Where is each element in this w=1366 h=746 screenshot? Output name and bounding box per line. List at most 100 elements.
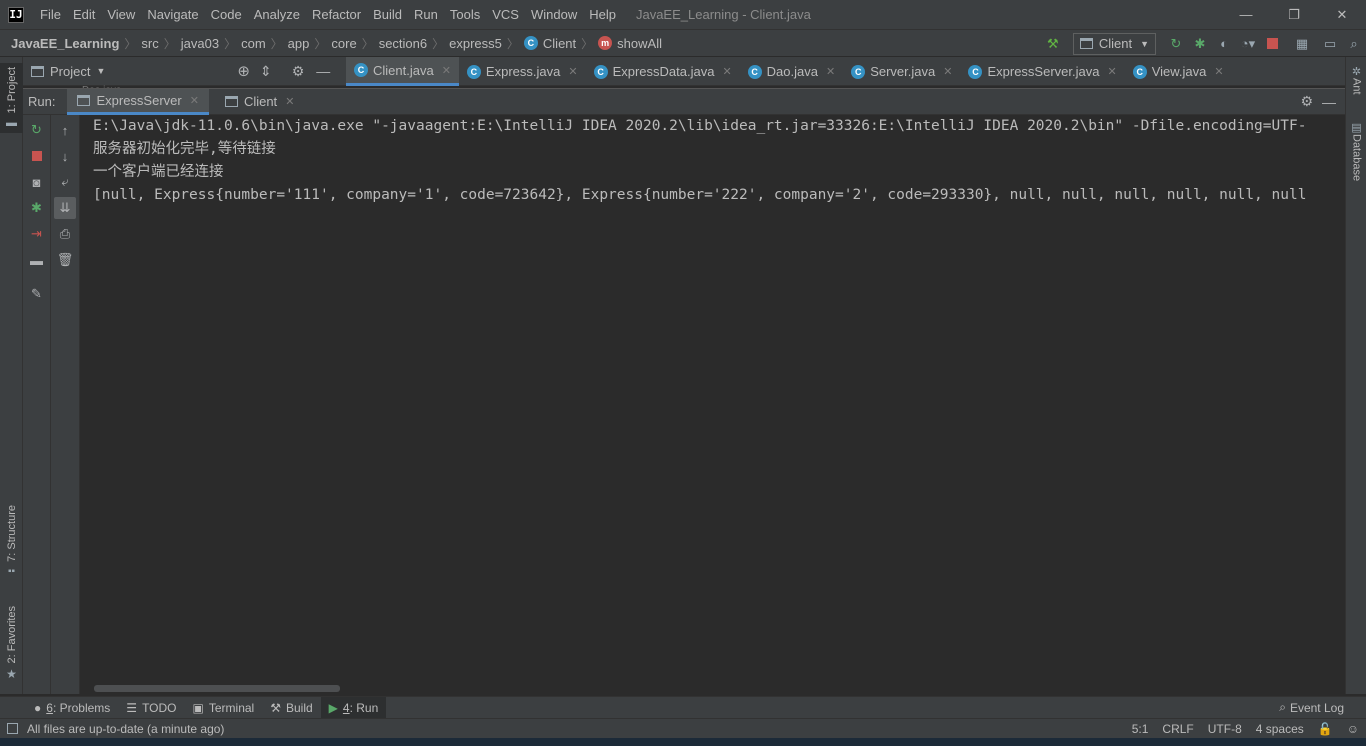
print-icon[interactable]: ⎙	[54, 223, 76, 245]
menu-view[interactable]: View	[101, 0, 141, 29]
menu-code[interactable]: Code	[205, 0, 248, 29]
run-tab-client[interactable]: Client ✕	[215, 89, 304, 115]
close-icon[interactable]: ✕	[1214, 65, 1223, 78]
locate-icon[interactable]: ⊕	[237, 62, 250, 80]
trash-icon[interactable]: 🗑	[54, 249, 76, 271]
menu-file[interactable]: File	[34, 0, 67, 29]
terminal-tool-button[interactable]: ▣ Terminal	[185, 697, 263, 719]
hide-panel-icon[interactable]: —	[1322, 94, 1336, 110]
breadcrumb-app[interactable]: app	[288, 36, 310, 51]
lock-icon[interactable]: 🔓	[1311, 722, 1340, 736]
run-tool-button[interactable]: ▶ 4: Run	[320, 696, 387, 719]
tab-server-java[interactable]: C Server.java ✕	[843, 57, 960, 86]
structure-tool-tab[interactable]: 7: Structure ▪▪	[0, 505, 23, 577]
pin-icon[interactable]: ✎	[26, 283, 48, 305]
breadcrumb-section6[interactable]: section6	[379, 36, 427, 51]
exit-icon[interactable]: ⇥	[26, 223, 48, 245]
profile-icon[interactable]: ◔▾	[1236, 32, 1260, 56]
horizontal-scrollbar[interactable]	[94, 685, 340, 692]
run-config-selector[interactable]: Client ▼	[1072, 32, 1156, 55]
toggle-tool-windows-icon[interactable]	[7, 723, 18, 734]
scroll-to-end-icon[interactable]: ⇊	[54, 197, 76, 219]
build-hammer-icon[interactable]: ⚒	[1041, 32, 1065, 56]
console-line: 服务器初始化完毕,等待链接	[93, 141, 276, 157]
menu-build[interactable]: Build	[367, 0, 408, 29]
breadcrumb-core[interactable]: core	[331, 36, 356, 51]
favorites-tool-tab[interactable]: 2: Favorites ★	[0, 606, 23, 681]
tab-express-java[interactable]: C Express.java ✕	[459, 57, 586, 86]
inspector-icon[interactable]: ☺	[1340, 722, 1366, 736]
tab-view-java[interactable]: C View.java ✕	[1125, 57, 1232, 86]
menu-refactor[interactable]: Refactor	[306, 0, 367, 29]
minimize-button[interactable]: —	[1222, 0, 1270, 29]
soft-wrap-icon[interactable]: ⤶	[54, 171, 76, 193]
camera-icon[interactable]: ◙	[26, 171, 48, 193]
class-icon: C	[747, 64, 762, 79]
database-icon: ▤	[1351, 122, 1362, 134]
close-button[interactable]: ✕	[1318, 0, 1366, 29]
build-tool-button[interactable]: ⚒ Build	[262, 697, 320, 719]
file-encoding[interactable]: UTF-8	[1201, 722, 1249, 736]
todo-tool-button[interactable]: ☰ TODO	[118, 697, 184, 719]
list-icon: ☰	[126, 700, 138, 715]
gear-icon[interactable]: ⚙	[292, 63, 305, 80]
console-output[interactable]: E:\Java\jdk-11.0.6\bin\java.exe "-javaag…	[80, 115, 1345, 694]
collapse-all-icon[interactable]: ⇕	[260, 63, 272, 80]
menu-navigate[interactable]: Navigate	[141, 0, 204, 29]
project-structure-icon[interactable]: ▦	[1290, 32, 1314, 56]
presentation-icon[interactable]: ▭	[1318, 32, 1342, 56]
search-icon[interactable]: ⌕	[1342, 32, 1366, 56]
restore-button[interactable]: ❐	[1270, 0, 1318, 29]
chevron-down-icon[interactable]: ▼	[96, 66, 105, 76]
caret-position[interactable]: 5:1	[1125, 722, 1156, 736]
breadcrumb-class-label: Client	[542, 35, 577, 51]
project-tool-tab[interactable]: 1: Project ▬	[0, 63, 23, 134]
breadcrumb-src[interactable]: src	[141, 36, 158, 51]
close-icon[interactable]: ✕	[722, 65, 731, 78]
breadcrumb-project[interactable]: JavaEE_Learning	[11, 36, 119, 51]
ant-tool-tab[interactable]: ✲ Ant	[1346, 65, 1366, 95]
breadcrumb-java03[interactable]: java03	[181, 36, 219, 51]
tab-client-java[interactable]: C Client.java ✕	[346, 57, 459, 86]
event-log-tool-button[interactable]: ⌕ Event Log	[1271, 697, 1352, 719]
tab-dao-java[interactable]: C Dao.java ✕	[740, 57, 844, 86]
breadcrumb-express5[interactable]: express5	[449, 36, 502, 51]
menu-tools[interactable]: Tools	[444, 0, 486, 29]
menu-vcs[interactable]: VCS	[486, 0, 525, 29]
breadcrumb-method[interactable]: m showAll	[598, 36, 662, 51]
problems-tool-button[interactable]: ● 6: Problems	[26, 697, 118, 719]
run-tab-expressserver[interactable]: ExpressServer ✕	[67, 88, 209, 115]
debug-bug-icon[interactable]: ✱	[26, 197, 48, 219]
menu-window[interactable]: Window	[525, 0, 583, 29]
tab-expressserver-java[interactable]: C ExpressServer.java ✕	[960, 57, 1124, 86]
tab-expressdata-java[interactable]: C ExpressData.java ✕	[586, 57, 740, 86]
menu-edit[interactable]: Edit	[67, 0, 101, 29]
layout-icon[interactable]: ▬	[26, 249, 48, 271]
gear-icon[interactable]: ⚙	[1300, 93, 1313, 110]
close-icon[interactable]: ✕	[943, 65, 952, 78]
close-icon[interactable]: ✕	[190, 94, 199, 107]
close-icon[interactable]: ✕	[826, 65, 835, 78]
close-icon[interactable]: ✕	[568, 65, 577, 78]
database-tool-tab[interactable]: ▤ Database	[1346, 121, 1366, 181]
close-icon[interactable]: ✕	[1107, 65, 1116, 78]
indent-setting[interactable]: 4 spaces	[1249, 722, 1311, 736]
breadcrumb-class[interactable]: C Client	[523, 35, 577, 51]
menu-analyze[interactable]: Analyze	[248, 0, 306, 29]
stop-icon[interactable]	[1260, 32, 1284, 56]
stop-icon[interactable]	[26, 145, 48, 167]
project-view-selector[interactable]: Project	[50, 64, 90, 79]
close-icon[interactable]: ✕	[442, 64, 451, 77]
hide-panel-icon[interactable]: —	[316, 63, 330, 79]
line-separator[interactable]: CRLF	[1155, 722, 1200, 736]
menu-run[interactable]: Run	[408, 0, 444, 29]
breadcrumb-com[interactable]: com	[241, 36, 266, 51]
coverage-icon[interactable]: ◐	[1212, 32, 1236, 56]
menu-help[interactable]: Help	[583, 0, 622, 29]
rerun-icon[interactable]: ↻	[26, 119, 48, 141]
close-icon[interactable]: ✕	[285, 95, 294, 108]
rerun-icon[interactable]: ↻	[1164, 32, 1188, 56]
debug-bug-icon[interactable]: ✱	[1188, 32, 1212, 56]
arrow-down-icon[interactable]: ↓	[54, 145, 76, 167]
arrow-up-icon[interactable]: ↑	[54, 119, 76, 141]
